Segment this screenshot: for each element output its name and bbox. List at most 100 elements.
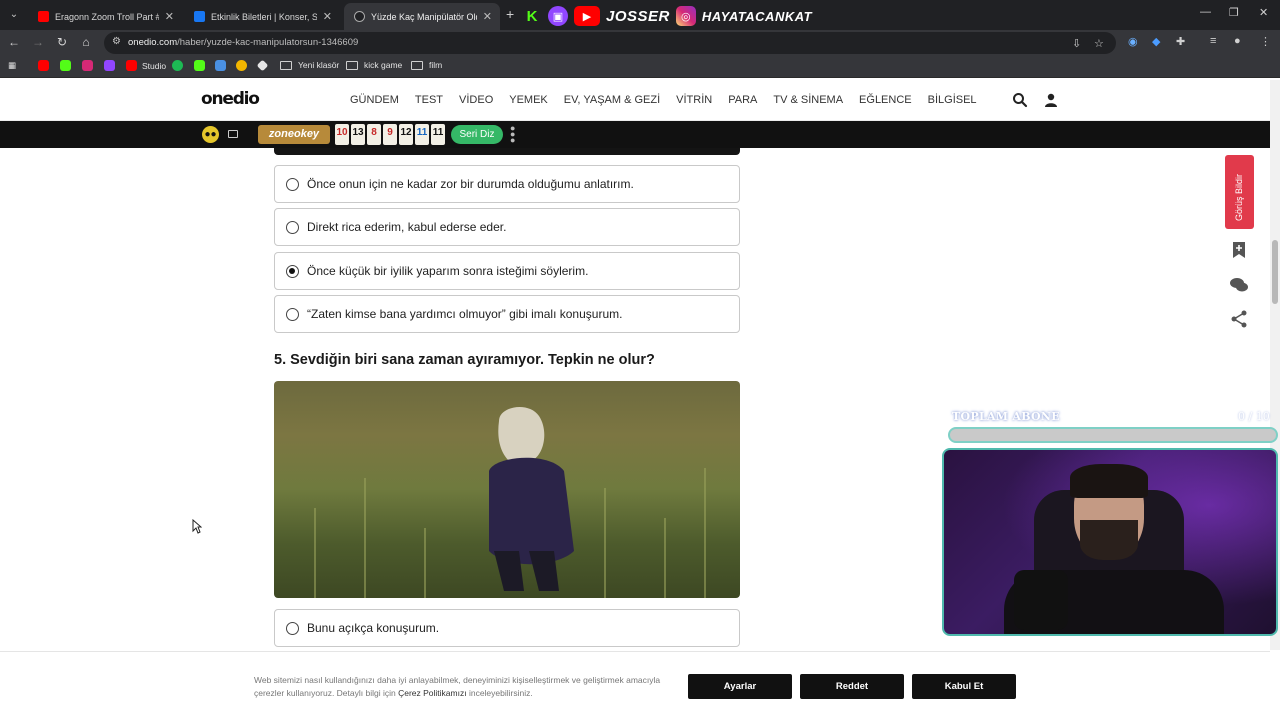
minimize-icon[interactable]: —	[1200, 6, 1211, 18]
answer-option[interactable]: Bunu açıkça konuşurum.	[274, 609, 740, 647]
media-control-icon[interactable]: ≡	[1210, 35, 1216, 47]
okey-tile[interactable]: 10	[335, 124, 349, 145]
close-window-icon[interactable]: ✕	[1259, 6, 1268, 19]
streamer-webcam	[942, 448, 1278, 636]
apps-grid-icon[interactable]: ▦	[8, 60, 16, 71]
answer-option[interactable]: Önce onun için ne kadar zor bir durumda …	[274, 165, 740, 203]
browser-tab-biletix[interactable]: Etkinlik Biletleri | Konser, Spor, T ✕	[184, 3, 340, 30]
youtube-studio-icon	[126, 60, 137, 71]
bookmark-youtube[interactable]	[38, 60, 54, 71]
share-icon[interactable]	[1229, 309, 1249, 329]
nav-item-eglence[interactable]: EĞLENCE	[859, 94, 912, 106]
bookmark-twitch[interactable]	[104, 60, 120, 71]
comments-icon[interactable]	[1229, 275, 1249, 295]
bookmark-kick-2[interactable]	[194, 60, 210, 71]
new-tab-icon[interactable]: +	[506, 6, 514, 22]
nav-item-para[interactable]: PARA	[728, 94, 757, 106]
extension-icon[interactable]: ◉	[1128, 35, 1138, 48]
folder-icon	[346, 60, 358, 70]
profile-avatar-icon[interactable]: ●	[1234, 35, 1241, 47]
close-tab-icon[interactable]: ✕	[323, 10, 332, 23]
question-image	[274, 381, 740, 598]
game-ad-bar: ●● zoneokey 10 13 8 9 12 11 11 Seri Diz …	[0, 121, 1270, 148]
forward-icon[interactable]: →	[30, 35, 46, 49]
okey-tiles: 10 13 8 9 12 11 11	[335, 124, 445, 145]
okey-tile[interactable]: 12	[399, 124, 413, 145]
cookie-accept-button[interactable]: Kabul Et	[912, 674, 1016, 699]
nav-item-test[interactable]: TEST	[415, 94, 443, 106]
okey-tile[interactable]: 9	[383, 124, 397, 145]
instagram-icon: ◎	[675, 6, 696, 26]
extension-shield-icon[interactable]: ◆	[1152, 35, 1160, 48]
back-icon[interactable]: ←	[6, 35, 22, 49]
tool-icon	[215, 60, 226, 71]
youtube-icon	[38, 11, 49, 22]
bookmark-label: Studio	[142, 60, 167, 71]
seri-diz-button[interactable]: Seri Diz	[451, 125, 503, 144]
address-bar[interactable]: ⚙ onedio.com/haber/yuzde-kac-manipulator…	[104, 32, 1116, 54]
nav-item-bilgisel[interactable]: BİLGİSEL	[928, 94, 977, 106]
bookmark-instagram[interactable]	[82, 60, 98, 71]
zoneokey-logo[interactable]: zoneokey	[258, 125, 330, 144]
okey-tile[interactable]: 11	[415, 124, 429, 145]
answer-option-selected[interactable]: Önce küçük bir iyilik yaparım sonra iste…	[274, 252, 740, 290]
bookmark-tool[interactable]	[215, 60, 231, 71]
bookmark-tag[interactable]	[256, 59, 273, 72]
game-logo-icon[interactable]: ●●	[202, 126, 219, 143]
nav-item-gundem[interactable]: GÜNDEM	[350, 94, 399, 106]
cookie-settings-button[interactable]: Ayarlar	[688, 674, 792, 699]
search-icon[interactable]	[1012, 92, 1028, 108]
subscriber-goal-progress-bar	[948, 427, 1278, 443]
bookmark-spotify[interactable]	[172, 60, 188, 71]
nav-item-vitrin[interactable]: VİTRİN	[676, 94, 712, 106]
answer-option[interactable]: “Zaten kimse bana yardımcı olmuyor” gibi…	[274, 295, 740, 333]
nav-item-tv-sinema[interactable]: TV & SİNEMA	[773, 94, 843, 106]
radio-button[interactable]	[286, 308, 299, 321]
radio-button[interactable]	[286, 221, 299, 234]
game-window-icon[interactable]	[228, 130, 238, 138]
cookie-message: Web sitemizi nasıl kullandığınızı daha i…	[254, 674, 674, 700]
nav-item-ev-yasam-gezi[interactable]: EV, YAŞAM & GEZİ	[564, 94, 660, 106]
cookie-policy-link[interactable]: Çerez Politikamızı	[398, 688, 467, 698]
browser-tab-onedio[interactable]: Yüzde Kaç Manipülatör Olduğu ✕	[344, 3, 500, 30]
bookmark-folder-film[interactable]: film	[411, 60, 442, 70]
scrollbar-thumb[interactable]	[1272, 240, 1278, 304]
folder-icon	[411, 60, 423, 70]
okey-tile[interactable]: 13	[351, 124, 365, 145]
install-app-icon[interactable]: ⇩	[1072, 37, 1081, 50]
radio-button-checked[interactable]	[286, 265, 299, 278]
home-icon[interactable]: ⌂	[78, 35, 94, 49]
nav-item-video[interactable]: VİDEO	[459, 94, 493, 106]
okey-tile[interactable]: 8	[367, 124, 381, 145]
close-tab-icon[interactable]: ✕	[165, 10, 174, 23]
browser-tab-youtube[interactable]: Eragonn Zoom Troll Part #13 - Y ✕	[28, 3, 182, 30]
nav-item-yemek[interactable]: YEMEK	[509, 94, 548, 106]
site-logo[interactable]: onedio	[201, 89, 260, 109]
reload-icon[interactable]: ↻	[54, 35, 70, 49]
close-tab-icon[interactable]: ✕	[483, 10, 492, 23]
bookmark-folder-kick-game[interactable]: kick game	[346, 60, 402, 70]
site-info-icon[interactable]: ⚙	[112, 36, 121, 47]
mouse-cursor-icon	[192, 519, 202, 534]
brand-text-josser: JOSSER	[606, 7, 670, 25]
bookmark-game[interactable]	[236, 60, 252, 71]
cookie-reject-button[interactable]: Reddet	[800, 674, 904, 699]
more-options-icon[interactable]: ● ● ●	[510, 124, 515, 145]
bookmark-studio[interactable]: Studio	[126, 60, 166, 71]
bookmark-add-icon[interactable]	[1229, 240, 1249, 260]
bookmark-star-icon[interactable]: ☆	[1094, 37, 1104, 50]
bookmark-folder-yeni-klasor[interactable]: Yeni klasör	[280, 60, 339, 70]
user-icon[interactable]	[1043, 92, 1059, 108]
tab-title: Eragonn Zoom Troll Part #13 - Y	[55, 11, 159, 22]
extensions-puzzle-icon[interactable]: ✚	[1176, 35, 1185, 48]
answer-option[interactable]: Direkt rica ederim, kabul ederse eder.	[274, 208, 740, 246]
feedback-button[interactable]: Görüş Bildir	[1225, 155, 1254, 229]
bookmark-kick[interactable]	[60, 60, 76, 71]
restore-icon[interactable]: ❐	[1229, 6, 1239, 19]
radio-button[interactable]	[286, 622, 299, 635]
tab-search-chevron-icon[interactable]: ⌄	[5, 6, 23, 24]
grass-blade	[364, 478, 366, 598]
okey-tile[interactable]: 11	[431, 124, 445, 145]
radio-button[interactable]	[286, 178, 299, 191]
browser-menu-icon[interactable]: ⋮	[1260, 35, 1271, 48]
